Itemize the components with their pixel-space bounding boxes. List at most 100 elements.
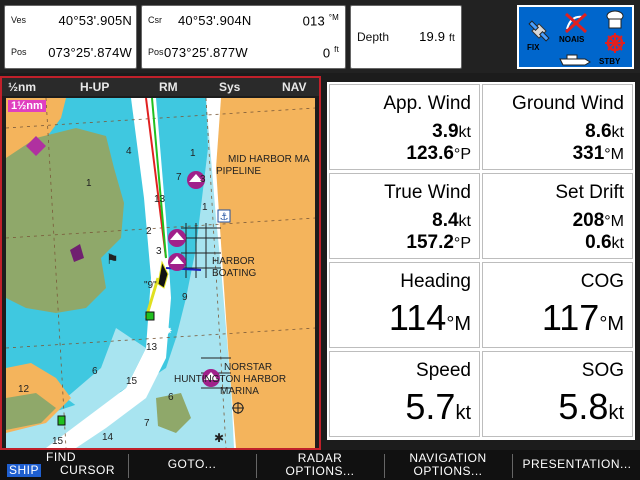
ground-wind-speed: 8.6kt [585,121,624,142]
anchorage-icon: ⚓ [217,209,231,223]
goto-label: GOTO... [167,457,217,471]
sounding: 6 [168,392,174,403]
cursor-pos-label: Pos [148,47,164,57]
chart-header: ½nm H-UP RM Sys NAV [2,78,319,96]
sog-cell[interactable]: SOG 5.8kt [482,351,633,437]
sounding: 15 [52,436,64,447]
softkey-divider [128,454,129,478]
helm-wheel-icon [605,33,625,53]
sounding: 13 [146,342,158,353]
sounding: 1 [86,178,92,189]
sounding: 3 [200,174,206,185]
cursor-label-softkey[interactable]: CURSOR [60,464,115,477]
chart-sys[interactable]: Sys [219,80,240,94]
set-value: 208°M [572,210,624,231]
data-panel: App. Wind 3.9kt 123.6°P Ground Wind 8.6k… [327,82,635,440]
chart-label-marina: MARINA [220,386,259,397]
app-wind-label: App. Wind [383,93,471,114]
true-wind-speed: 8.4kt [432,210,471,231]
vessel-label: Ves [11,15,27,25]
true-wind-angle: 157.2°P [406,232,471,253]
cursor-latitude: 40°53'.904N [178,13,252,28]
sounding: 13 [154,194,166,205]
softkey-bar: FIND SHIP CURSOR GOTO... RADAR OPTIONS..… [0,450,640,480]
marina-icon [168,253,186,271]
heading-value: 114°M [388,297,471,338]
chart-label-boating: BOATING [212,268,257,279]
sounding: 4 [126,146,132,157]
find-cursor-softkey[interactable]: FIND SHIP CURSOR [0,450,126,480]
boat-icon [559,54,591,66]
softkey-divider [512,454,513,478]
vessel-position-box: Ves 40°53'.905N Pos 073°25'.874W [4,5,137,69]
presentation-softkey[interactable]: PRESENTATION... [514,450,640,480]
sounding: 9 [182,292,188,303]
chart-label-huntington: HUNTINGTON HARBOR [174,374,287,385]
green-buoy-icon [57,415,66,426]
ship-label[interactable]: SHIP [7,464,42,477]
rock-icon: ✱ [214,431,224,445]
chart-label-harbor: HARBOR [212,256,255,267]
sounding: 6 [92,366,98,377]
sounding: 1 [190,148,196,159]
satellite-dish-icon [564,12,588,34]
cog-cell[interactable]: COG 117°M [482,262,633,348]
cursor-bearing: 013 °M [302,13,339,29]
sog-label: SOG [581,360,624,381]
status-icons-panel: FIX NOAIS STBY [517,5,634,69]
navigation-label-2: OPTIONS... [413,464,483,478]
goto-softkey[interactable]: GOTO... [130,450,254,480]
cursor-label: Csr [148,15,162,25]
depth-box: Depth 19.9 ft [350,5,462,69]
chart-canvas[interactable]: ⚓ ✱ ⚑ ✸ [6,98,315,448]
chart-range[interactable]: ½nm [8,80,36,94]
cog-label: COG [580,271,624,292]
set-drift-cell[interactable]: Set Drift 208°M 0.6kt [482,173,633,259]
cursor-range: 0 ft [322,45,339,61]
chart-motion-mode[interactable]: RM [159,80,178,94]
noaa-label: NOAIS [559,35,585,44]
green-buoy-icon [145,311,155,321]
softkey-divider [384,454,385,478]
sounding: 2 [146,226,152,237]
speed-cell[interactable]: Speed 5.7kt [329,351,480,437]
marina-icon [168,229,186,247]
true-wind-label: True Wind [384,182,471,203]
sounding: 15 [126,376,138,387]
set-drift-label: Set Drift [555,182,624,203]
chart-label-northstar: NORSTAR [224,362,273,373]
true-wind-cell[interactable]: True Wind 8.4kt 157.2°P [329,173,480,259]
heading-cell[interactable]: Heading 114°M [329,262,480,348]
sog-value: 5.8kt [558,386,624,427]
radar-label-2: OPTIONS... [285,464,355,478]
sounding: 14 [102,432,114,443]
depth-label: Depth [357,30,390,44]
svg-text:⚓: ⚓ [220,212,229,223]
drift-value: 0.6kt [585,232,624,253]
cog-value: 117°M [541,297,624,338]
sounding: 1 [202,202,208,213]
vessel-longitude: 073°25'.874W [48,45,132,60]
navigation-options-softkey[interactable]: NAVIGATION OPTIONS... [386,450,510,480]
chart-label-buoy-9: "9" [144,280,157,291]
chart-panel[interactable]: ½nm H-UP RM Sys NAV ⚓ ✱ ⚑ ✸ PIPELINE MID… [0,76,321,450]
presentation-label: PRESENTATION... [522,457,632,471]
chart-label-pipeline: PIPELINE [216,166,262,177]
chart-label-mid-harbor: MID HARBOR MA [228,154,310,165]
radar-options-softkey[interactable]: RADAR OPTIONS... [258,450,382,480]
range-ring-badge: 1½nm [8,100,46,112]
speed-value: 5.7kt [405,386,471,427]
app-wind-speed: 3.9kt [432,121,471,142]
sounding: 7 [144,418,150,429]
cursor-position-box: Csr 40°53'.904N 013 °M Pos 073°25'.877W … [141,5,346,69]
ground-wind-angle: 331°M [572,143,624,164]
chef-hat-icon [606,10,624,29]
speed-label: Speed [416,360,471,381]
sounding: 7 [176,172,182,183]
app-wind-cell[interactable]: App. Wind 3.9kt 123.6°P [329,84,480,170]
nautical-chart[interactable]: ⚓ ✱ ⚑ ✸ PIPELINE MID HARBOR MA HARBOR BO… [6,98,315,448]
status-bar: Ves 40°53'.905N Pos 073°25'.874W Csr 40°… [0,0,640,73]
chart-nav[interactable]: NAV [282,80,306,94]
chart-orientation[interactable]: H-UP [80,80,109,94]
ground-wind-cell[interactable]: Ground Wind 8.6kt 331°M [482,84,633,170]
